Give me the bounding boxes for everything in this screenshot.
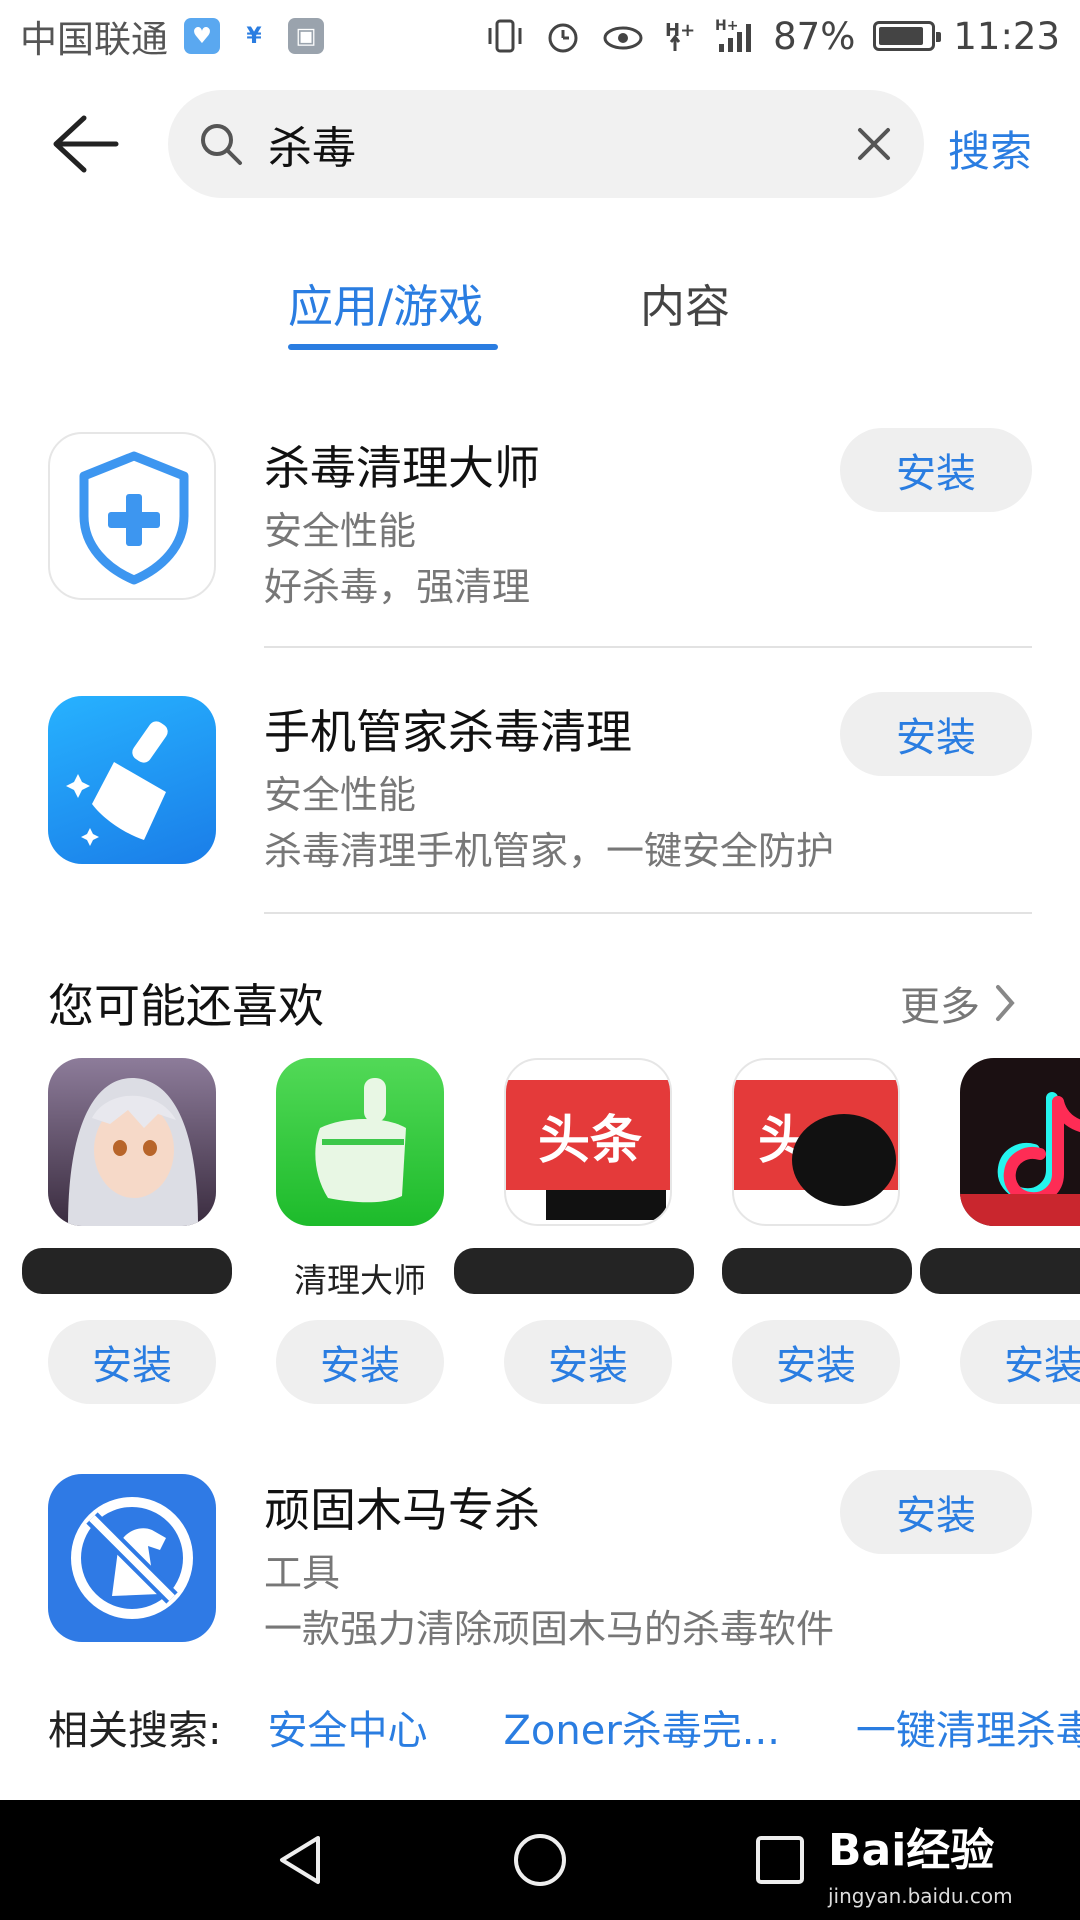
app-description: 杀毒清理手机管家，一键安全防护 [264,829,835,873]
battery-icon [873,21,942,51]
alarm-icon [548,23,578,53]
navigation-bar: Bai经验 jingyan.baidu.com [0,1800,1080,1920]
install-button[interactable]: 安装 [732,1320,900,1404]
app-name: 杀毒清理大师 [264,441,540,495]
search-input[interactable]: 杀毒 [168,90,924,198]
signal-h-icon: H+ [665,20,695,51]
wallet-app-icon: ¥ [236,18,272,54]
app-category: 工具 [264,1551,341,1595]
more-label: 更多 [900,984,980,1030]
install-button[interactable]: 安装 [840,1470,1032,1554]
redaction-scribble [22,1248,232,1294]
recommendation-item[interactable]: 清理大师 安装 [266,1058,456,1408]
redaction-scribble [920,1248,1080,1294]
app-name: 手机管家杀毒清理 [264,705,632,759]
recommendation-name: 清理大师 [294,1261,426,1300]
chevron-right-icon [996,985,1015,1021]
recommendation-item[interactable]: 头 安装 [722,1058,912,1408]
app-category: 安全性能 [264,773,417,817]
search-button[interactable]: 搜索 [948,118,1032,179]
result-item[interactable]: 杀毒清理大师 安全性能 好杀毒，强清理 安装 [0,428,1080,632]
green-broom-icon [276,1058,444,1226]
toutiao-icon: 头条 [504,1058,672,1226]
clock: 11:23 [953,14,1060,58]
related-link[interactable]: 一键清理杀毒 [856,1698,1080,1756]
nav-home-icon[interactable] [510,1830,570,1890]
result-item[interactable]: 顽固木马专杀 工具 一款强力清除顽固木马的杀毒软件 安装 [0,1470,1080,1674]
install-button[interactable]: 安装 [960,1320,1080,1404]
nav-recents-icon[interactable] [750,1830,810,1890]
watermark-url: jingyan.baidu.com [828,1884,1013,1908]
related-searches: 相关搜索: 安全中心 Zoner杀毒完... 一键清理杀毒 [48,1698,1080,1756]
battery-percent: 87% [773,14,856,58]
tiktok-icon [960,1058,1080,1226]
recommendation-item[interactable]: 安装 [920,1058,1080,1408]
health-app-icon: ♥ [184,18,220,54]
recommendation-list: 安装 清理大师 安装 头条 安装 头 安装 安装 [0,1058,1080,1408]
install-button[interactable]: 安装 [48,1320,216,1404]
clear-icon[interactable] [854,124,894,164]
install-button[interactable]: 安装 [840,428,1032,512]
toutiao-icon: 头 [732,1058,900,1226]
vibrate-icon [488,19,522,53]
signal-strength-icon: H+ [715,18,752,52]
nav-back-icon[interactable] [270,1830,330,1890]
eye-comfort-icon [603,26,643,50]
tab-apps-games[interactable]: 应用/游戏 [288,270,483,335]
search-query: 杀毒 [268,123,356,174]
search-icon [201,124,242,165]
app-category: 安全性能 [264,509,417,553]
related-link[interactable]: Zoner杀毒完... [503,1698,779,1756]
divider [264,646,1032,648]
broom-icon [48,696,216,864]
watermark-brand: Bai经验 [828,1825,995,1876]
anime-game-icon [48,1058,216,1226]
active-tab-indicator [288,344,498,350]
shield-plus-icon [48,432,216,600]
svg-text:H+: H+ [715,18,738,34]
app-description: 好杀毒，强清理 [264,565,531,609]
result-item[interactable]: 手机管家杀毒清理 安全性能 杀毒清理手机管家，一键安全防护 安装 [0,692,1080,896]
recommendations-title: 您可能还喜欢 [48,979,324,1033]
app-name: 顽固木马专杀 [264,1483,540,1537]
tab-content[interactable]: 内容 [640,270,730,335]
install-button[interactable]: 安装 [840,692,1032,776]
install-button[interactable]: 安装 [504,1320,672,1404]
carrier-label: 中国联通 [20,18,168,61]
tab-bar: 应用/游戏 内容 [0,270,1080,350]
no-trojan-icon [48,1474,216,1642]
recommendation-item[interactable]: 安装 [22,1058,232,1408]
redaction-scribble [722,1248,912,1294]
app-description: 一款强力清除顽固木马的杀毒软件 [264,1607,835,1651]
related-link[interactable]: 安全中心 [267,1698,427,1756]
status-bar: 中国联通 ♥ ¥ ▣ H+ H+ 87% 11:23 [0,0,1080,72]
more-link[interactable]: 更多 [900,974,1016,1032]
install-button[interactable]: 安装 [276,1320,444,1404]
recommendation-item[interactable]: 头条 安装 [454,1058,694,1408]
gallery-app-icon: ▣ [288,18,324,54]
svg-text:H+: H+ [665,20,695,41]
redaction-scribble [454,1248,694,1294]
related-label: 相关搜索: [48,1708,222,1754]
svg-text:头条: 头条 [538,1111,642,1171]
baidu-jingyan-watermark: Bai经验 jingyan.baidu.com [828,1814,1013,1908]
back-arrow-icon[interactable] [50,112,120,176]
divider [264,912,1032,914]
